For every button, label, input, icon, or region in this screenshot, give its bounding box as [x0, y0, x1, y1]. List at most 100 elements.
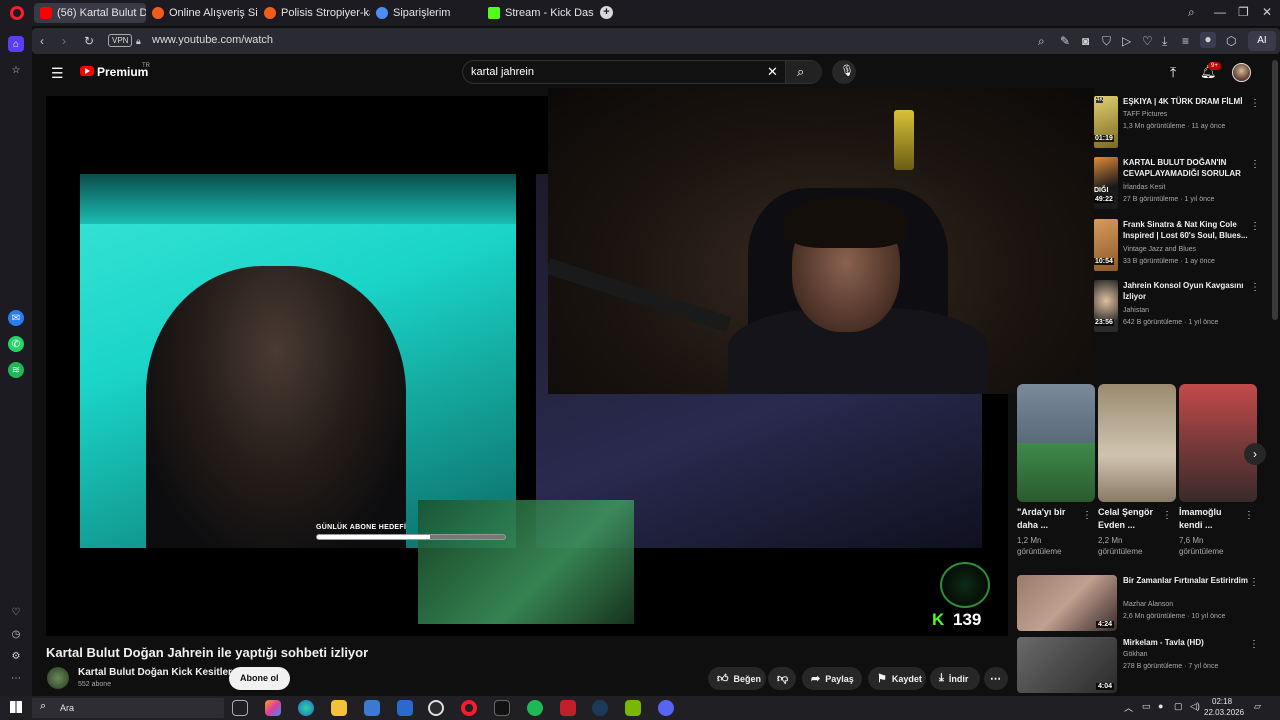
download-icon[interactable]: ⤓ [1162, 34, 1167, 48]
search-page-icon[interactable]: ⌕ [1038, 34, 1045, 48]
whatsapp-icon[interactable]: ✆ [8, 336, 24, 352]
search-input[interactable] [471, 65, 761, 79]
search-button[interactable]: ⌕ [785, 61, 822, 83]
kebab-menu-icon[interactable]: ⋮ [1244, 510, 1254, 521]
back-icon[interactable]: ‹ [40, 34, 44, 48]
hamburger-menu-icon[interactable]: ☰ [51, 65, 64, 82]
short-title[interactable]: İmamoğlu kendi ... [1179, 506, 1237, 532]
youtube-premium-label[interactable]: Premium [97, 65, 148, 79]
kebab-menu-icon[interactable]: ⋮ [1249, 639, 1259, 650]
short-title[interactable]: Celal Şengör Evden ... [1098, 506, 1156, 532]
channel-name[interactable]: Kartal Bulut Doğan Kick Kesitler [78, 667, 232, 678]
recommendation-item[interactable]: 4K 01:19 EŞKIYA | 4K TÜRK DRAM FİLMİ TAF… [1094, 96, 1270, 154]
short-thumbnail[interactable] [1179, 384, 1257, 502]
kebab-menu-icon[interactable]: ⋮ [1249, 577, 1259, 588]
kebab-menu-icon[interactable]: ⋮ [1250, 282, 1260, 293]
more-actions-button[interactable]: ⋯ [984, 667, 1008, 690]
menu-icon[interactable]: ≡ [1182, 34, 1189, 48]
search-tabs-icon[interactable]: ⌕ [1188, 5, 1195, 19]
profile-icon[interactable]: ● [1200, 32, 1216, 48]
tray-chevron-icon[interactable]: ︿ [1124, 701, 1133, 714]
extensions-icon[interactable]: ⬡ [1226, 34, 1236, 48]
kebab-menu-icon[interactable]: ⋮ [1082, 510, 1092, 521]
vpn-badge[interactable]: VPN [108, 34, 133, 47]
tab-orders[interactable]: Siparişlerim [370, 3, 482, 23]
steam-icon[interactable] [592, 700, 608, 716]
kebab-menu-icon[interactable]: ⋮ [1162, 510, 1172, 521]
channel-avatar[interactable] [47, 667, 69, 689]
play-icon[interactable]: ▷ [1122, 34, 1131, 48]
close-window-icon[interactable]: ✕ [1262, 5, 1272, 19]
mail-icon[interactable] [397, 700, 413, 716]
discord-icon[interactable] [658, 700, 674, 716]
maximize-icon[interactable]: ❐ [1238, 5, 1249, 19]
history-icon[interactable]: ◷ [8, 626, 24, 642]
network-icon[interactable]: ▢ [1174, 701, 1183, 712]
picture-in-picture-overlay[interactable] [548, 88, 1094, 394]
subscribe-button[interactable]: Abone ol [229, 667, 290, 690]
store-icon[interactable] [364, 700, 380, 716]
shield-icon[interactable]: ⛉ [1102, 34, 1111, 48]
camera-icon[interactable]: ◙ [1082, 34, 1089, 48]
heart-outline-icon[interactable]: ♡ [1142, 34, 1153, 48]
spotify-taskbar-icon[interactable] [527, 700, 543, 716]
voice-search-button[interactable]: 🎙︎ [832, 60, 856, 84]
volume-icon[interactable]: ◁) [1190, 701, 1200, 712]
mic-tray-icon[interactable]: ● [1158, 701, 1163, 711]
recommendation-item[interactable]: DIĞI 49:22 KARTAL BULUT DOĞAN'IN CEVAPLA… [1094, 157, 1270, 215]
opera-icon[interactable] [461, 700, 477, 716]
windows-start-icon[interactable] [10, 701, 22, 713]
youtube-logo-icon[interactable] [80, 66, 94, 76]
edge-icon[interactable] [298, 700, 314, 716]
recommendation-item[interactable]: 4:24 Bir Zamanlar Fırtınalar Estirirdim … [1017, 575, 1267, 633]
heart-icon[interactable]: ♡ [8, 604, 24, 620]
star-icon[interactable]: ☆ [8, 62, 24, 78]
aria-ai-button[interactable]: AI [1248, 31, 1276, 51]
account-avatar[interactable] [1232, 63, 1251, 82]
notification-center-icon[interactable]: ▱ [1254, 701, 1261, 712]
forward-icon[interactable]: › [62, 34, 66, 48]
short-thumbnail[interactable] [1098, 384, 1176, 502]
download-button[interactable]: ⤓ İndir [930, 667, 980, 690]
page-scrollbar[interactable] [1272, 60, 1278, 320]
file-explorer-icon[interactable] [331, 700, 347, 716]
share-button[interactable]: ➦ Paylaş [802, 667, 862, 690]
url-field[interactable]: www.youtube.com/watch [152, 34, 273, 46]
spotify-icon[interactable]: ≋ [8, 362, 24, 378]
capcut-icon[interactable] [494, 700, 510, 716]
settings-icon[interactable]: ⚙ [8, 648, 24, 664]
short-title[interactable]: "Arda'yı bir daha ... [1017, 506, 1075, 532]
reload-icon[interactable]: ↻ [84, 34, 94, 48]
short-thumbnail[interactable] [1017, 384, 1095, 502]
new-tab-button[interactable]: + [600, 6, 613, 19]
dislike-button[interactable]: 👎︎ [768, 667, 796, 690]
edit-icon[interactable]: ✎ [1060, 34, 1070, 48]
clock-date[interactable]: 22.03.2026 [1204, 708, 1244, 717]
recommendation-item[interactable]: 23:56 Jahrein Konsol Oyun Kavgasını İzli… [1094, 280, 1270, 338]
like-button[interactable]: 👍︎ Beğen [708, 667, 766, 690]
obs-icon[interactable] [428, 700, 444, 716]
shorts-next-arrow-icon[interactable]: › [1244, 443, 1266, 465]
tab-shop[interactable]: Online Alışveriş Sitesi, Tür [146, 3, 258, 23]
home-icon[interactable]: ⌂ [8, 36, 24, 52]
task-view-icon[interactable] [232, 700, 248, 716]
kebab-menu-icon[interactable]: ⋮ [1250, 159, 1260, 170]
nvidia-icon[interactable] [625, 700, 641, 716]
tab-youtube[interactable]: (56) Kartal Bulut Doğa [34, 3, 146, 23]
kebab-menu-icon[interactable]: ⋮ [1250, 98, 1260, 109]
game-app-icon[interactable] [560, 700, 576, 716]
more-icon[interactable]: ⋯ [8, 670, 24, 686]
save-button[interactable]: ⚑ Kaydet [868, 667, 926, 690]
tab-polisis[interactable]: Polisis Stropiyer-kartonpiy [258, 3, 370, 23]
clock-time[interactable]: 02:18 [1212, 697, 1232, 706]
recommendation-item[interactable]: 4:04 Mirkelam - Tavla (HD) Gökhan 278 B … [1017, 637, 1267, 695]
clear-search-icon[interactable]: ✕ [767, 64, 778, 80]
taskbar-search-box[interactable]: ⌕ Ara [32, 698, 224, 718]
minimize-icon[interactable]: — [1214, 5, 1226, 19]
opera-logo-icon[interactable] [10, 6, 24, 20]
upload-icon[interactable]: ⤒ [1170, 64, 1176, 81]
battery-icon[interactable]: ▭ [1142, 701, 1151, 712]
recommendation-item[interactable]: 10:54 Frank Sinatra & Nat King Cole Insp… [1094, 219, 1270, 277]
copilot-icon[interactable] [265, 700, 281, 716]
tab-kick[interactable]: Stream - Kick Dashboard [482, 3, 594, 23]
